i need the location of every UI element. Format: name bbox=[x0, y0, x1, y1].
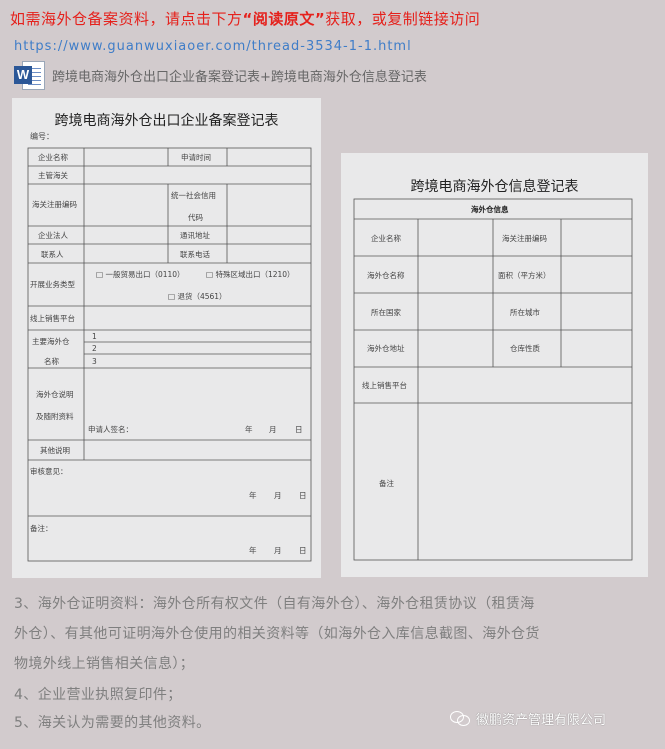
cell-remark: 备注 bbox=[379, 478, 394, 488]
cell-customs-code: 海关注册编码 bbox=[502, 233, 547, 243]
cell-customs: 主管海关 bbox=[38, 170, 68, 180]
cell-area: 面积（平方米） bbox=[498, 270, 551, 280]
body-paragraph-line: 5、海关认为需要的其他资料。 bbox=[14, 715, 211, 731]
wechat-icon bbox=[450, 709, 470, 727]
attachment-line[interactable]: W 跨境电商海外仓出口企业备案登记表+跨境电商海外仓信息登记表 bbox=[14, 60, 427, 90]
cell-legal-rep: 企业法人 bbox=[38, 230, 68, 240]
cell-business-type: 开展业务类型 bbox=[30, 279, 75, 289]
body-paragraph-line: 外仓）、有其他可证明海外仓使用的相关资料等（如海外仓入库信息截图、海外仓货 bbox=[14, 626, 540, 642]
cell-credit-code-2: 代码 bbox=[188, 212, 203, 222]
option-return: □ 退货（4561） bbox=[168, 291, 227, 301]
cell-company-name: 企业名称 bbox=[38, 152, 68, 162]
review-year: 年 bbox=[249, 490, 257, 500]
review-label: 审核意见： bbox=[30, 466, 68, 476]
remark-label: 备注： bbox=[30, 523, 53, 533]
cell-online-platform: 线上销售平台 bbox=[30, 313, 75, 323]
attachment-title: 跨境电商海外仓出口企业备案登记表+跨境电商海外仓信息登记表 bbox=[52, 69, 427, 85]
thread-link[interactable]: https://www.guanwuxiaoer.com/thread-3534… bbox=[14, 39, 412, 54]
cell-wh-address: 海外仓地址 bbox=[367, 343, 405, 353]
notice-prefix: 如需海外仓备案资料，请点击下方 bbox=[10, 10, 243, 28]
cell-other: 其他说明 bbox=[40, 445, 70, 455]
cell-customs-code: 海关注册编码 bbox=[32, 199, 77, 209]
warehouse-info-form-image: 跨境电商海外仓信息登记表 海外仓信息 企业名称 海关注册编码 海外仓名称 面积（… bbox=[341, 153, 648, 577]
row-number-1: 1 bbox=[92, 332, 97, 341]
cell-company-name: 企业名称 bbox=[371, 233, 401, 243]
notice-read-original[interactable]: “阅读原文” bbox=[243, 10, 326, 28]
cell-city: 所在城市 bbox=[510, 307, 540, 317]
signature-label: 申请人签名： bbox=[88, 424, 133, 434]
remark-month: 月 bbox=[274, 546, 282, 555]
cell-credit-code-1: 统一社会信用 bbox=[171, 190, 216, 200]
body-paragraph-line: 3、海外仓证明资料：海外仓所有权文件（自有海外仓）、海外仓租赁协议（租赁海 bbox=[14, 596, 535, 612]
date-month: 月 bbox=[269, 425, 277, 434]
review-month: 月 bbox=[274, 491, 282, 500]
body-paragraph-line: 4、企业营业执照复印件； bbox=[14, 687, 182, 703]
cell-contact: 联系人 bbox=[41, 249, 64, 259]
date-day: 日 bbox=[295, 425, 303, 434]
cell-wh-info-header: 海外仓信息 bbox=[471, 204, 509, 214]
option-special-zone: □ 特殊区域出口（1210） bbox=[206, 269, 295, 279]
cell-phone: 联系电话 bbox=[180, 249, 210, 259]
cell-proof-1: 海外仓说明 bbox=[36, 389, 74, 399]
remark-year: 年 bbox=[249, 545, 257, 555]
option-general-trade: □ 一般贸易出口（0110） bbox=[96, 269, 185, 279]
cell-wh-nature: 仓库性质 bbox=[510, 343, 540, 353]
date-year: 年 bbox=[245, 424, 253, 434]
watermark-text: 徽鹏资产管理有限公司 bbox=[476, 712, 607, 728]
form1-grid: 企业名称 申请时间 主管海关 海关注册编码 统一社会信用 代码 企业法人 通讯地… bbox=[27, 147, 312, 562]
review-day: 日 bbox=[299, 491, 307, 500]
cell-main-wh-2: 名称 bbox=[44, 356, 59, 366]
word-document-icon: W bbox=[14, 60, 45, 90]
filing-form-image: 跨境电商海外仓出口企业备案登记表 编号： 企业名称 申请时间 主管海关 海关注册… bbox=[12, 98, 321, 578]
download-notice: 如需海外仓备案资料，请点击下方“阅读原文”获取，或复制链接访问 bbox=[10, 8, 480, 29]
form2-grid: 海外仓信息 企业名称 海关注册编码 海外仓名称 面积（平方米） 所在国家 所在城… bbox=[353, 198, 633, 561]
remark-day: 日 bbox=[299, 546, 307, 555]
row-number-2: 2 bbox=[92, 344, 97, 353]
notice-suffix: 获取，或复制链接访问 bbox=[325, 10, 481, 28]
cell-wh-name: 海外仓名称 bbox=[367, 270, 405, 280]
cell-proof-2: 及随附资料 bbox=[36, 411, 74, 421]
cell-apply-time: 申请时间 bbox=[181, 152, 211, 162]
row-number-3: 3 bbox=[92, 357, 97, 366]
cell-country: 所在国家 bbox=[371, 307, 401, 317]
body-paragraph-line: 物境外线上销售相关信息）； bbox=[14, 656, 195, 672]
cell-online-platform: 线上销售平台 bbox=[362, 380, 407, 390]
cell-address: 通讯地址 bbox=[180, 230, 210, 240]
cell-main-wh-1: 主要海外仓 bbox=[32, 336, 70, 346]
watermark: 徽鹏资产管理有限公司 bbox=[450, 706, 606, 730]
